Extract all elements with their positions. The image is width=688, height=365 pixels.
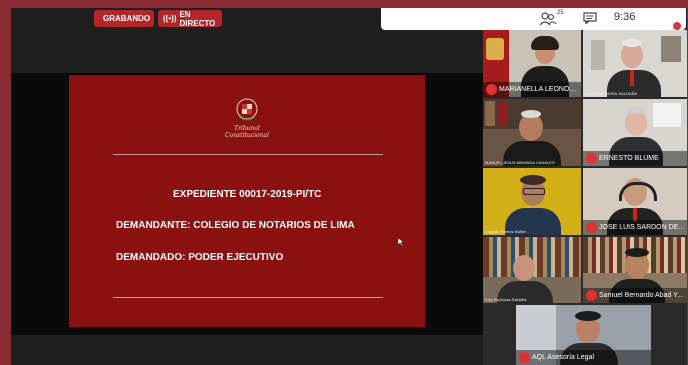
- participant-name: AQL Asesoría Legal: [516, 350, 651, 365]
- slide-plaintiff: DEMANDANTE: COLEGIO DE NOTARIOS DE LIMA: [116, 220, 355, 231]
- muted-mic-icon: [586, 153, 597, 164]
- participant-name: ELOY ESPINOSA-SALDAÑA: [585, 91, 638, 96]
- recording-badge[interactable]: GRABANDO: [94, 10, 154, 27]
- live-badge[interactable]: ((•)) EN DIRECTO: [158, 9, 222, 28]
- participants-icon[interactable]: [539, 12, 557, 26]
- tc-logo: Tribunal Constitucional: [214, 97, 280, 139]
- recording-label: GRABANDO: [103, 14, 151, 23]
- participant-tile[interactable]: Samuel Bernardo Abad Y...: [583, 237, 687, 303]
- notification-dot-icon: [673, 22, 681, 30]
- slide-defendant: DEMANDADO: PODER EJECUTIVO: [116, 252, 284, 263]
- clock-time: 9:36: [614, 11, 636, 23]
- participant-tile[interactable]: ERNESTO BLUME: [583, 99, 687, 166]
- muted-mic-icon: [586, 222, 597, 233]
- participant-tile[interactable]: Augusto Ramos Núñez: [483, 168, 581, 235]
- participant-tile[interactable]: Eloy Espinosa-Saldaña: [483, 237, 581, 303]
- broadcast-icon: ((•)): [163, 14, 177, 23]
- slide-case-number: EXPEDIENTE 00017-2019-PI/TC: [173, 189, 322, 200]
- muted-mic-icon: [519, 352, 530, 363]
- participant-tile[interactable]: ELOY ESPINOSA-SALDAÑA: [583, 30, 687, 97]
- participant-name: JOSE LUIS SARDON DE...: [583, 220, 687, 235]
- top-bar: GRABANDO ((•)) EN DIRECTO 25 9:36: [11, 8, 687, 32]
- shared-slide: Tribunal Constitucional EXPEDIENTE 00017…: [69, 75, 425, 327]
- participant-name: MARIANELLA LEONOR L...: [483, 82, 581, 97]
- logo-caption: Tribunal Constitucional: [224, 125, 269, 139]
- participant-tile[interactable]: AQL Asesoría Legal: [516, 305, 651, 365]
- participant-tile[interactable]: JOSE LUIS SARDON DE...: [583, 168, 687, 235]
- coat-of-arms-icon: [236, 98, 258, 121]
- live-label: EN DIRECTO: [179, 9, 216, 28]
- muted-mic-icon: [486, 84, 497, 95]
- participant-tile[interactable]: MANUEL JESUS MIRANDA CANALES: [483, 99, 581, 166]
- participants-count: 25: [557, 10, 564, 16]
- meeting-window: GRABANDO ((•)) EN DIRECTO 25 9:36 Tribun…: [11, 8, 687, 365]
- muted-mic-icon: [586, 290, 597, 301]
- participant-name: Samuel Bernardo Abad Y...: [583, 288, 687, 303]
- status-panel: [381, 8, 686, 30]
- chat-icon[interactable]: [583, 12, 597, 24]
- participant-tile[interactable]: MARIANELLA LEONOR L...: [483, 30, 581, 97]
- participant-name: Augusto Ramos Núñez: [485, 229, 527, 234]
- mouse-cursor-icon: [398, 238, 404, 246]
- slide-divider-top: [113, 154, 383, 155]
- participant-name: MANUEL JESUS MIRANDA CANALES: [485, 160, 555, 165]
- participant-name: ERNESTO BLUME: [583, 151, 687, 166]
- participant-name: Eloy Espinosa-Saldaña: [485, 297, 527, 302]
- slide-divider-bottom: [113, 297, 383, 298]
- participant-grid: MARIANELLA LEONOR L... ELOY ESPINOSA-SAL…: [483, 30, 687, 365]
